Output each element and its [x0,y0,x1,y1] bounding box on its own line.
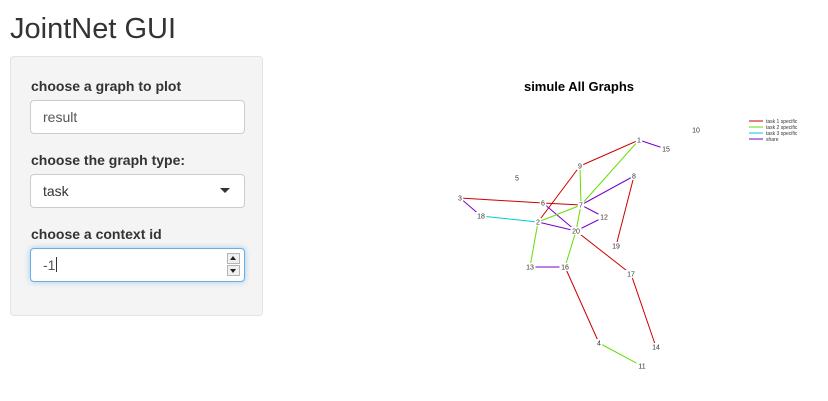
graph-node-label: 9 [578,164,582,171]
graph-node-label: 14 [652,345,660,352]
graph-node-label: 7 [579,203,583,210]
graph-canvas: simule All Graphs 123456 7891011121314151… [456,79,798,371]
nodes-layer: 123456 7891011121314151617181920 [456,126,702,371]
sidebar-panel: choose a graph to plot choose the graph … [10,56,263,316]
arrow-up-icon [230,256,236,260]
graph-edge [615,175,635,247]
graph-edge [459,197,544,204]
chevron-down-icon [220,188,230,193]
graph-node-label: 13 [526,265,534,272]
app-title: JointNet GUI [10,13,176,45]
graph-node-label: 19 [612,244,620,251]
spin-down-button[interactable] [227,265,240,276]
graph-node-label: 11 [638,364,645,371]
graph-node-label: 10 [692,128,700,135]
graph-node-label: 6 [541,201,545,208]
graph-node-label: 17 [627,272,635,279]
graph-type-select[interactable]: task [30,174,245,208]
legend-label: share [766,137,779,143]
graph-type-value: task [43,183,69,199]
graph-edge [564,266,600,344]
context-id-label: choose a context id [31,226,162,242]
graph-name-input[interactable] [30,100,245,134]
text-cursor [56,257,58,272]
graph-edge [598,342,643,367]
graph-edge [542,202,582,206]
graph-edge [529,221,539,268]
context-id-input[interactable]: -1 [30,248,245,282]
graph-node-label: 1 [637,138,641,145]
graph-node-label: 2 [536,220,540,227]
graph-edge [580,175,635,206]
graph-edge [575,230,632,275]
graph-node-label: 3 [458,196,462,203]
graph-edge [579,139,640,167]
graph-node-label: 20 [572,229,580,236]
graph-node-label: 12 [600,215,608,222]
graph-edge [579,165,582,206]
context-id-value: -1 [43,257,56,273]
graph-node-label: 4 [597,341,601,348]
graph-edge [564,230,577,268]
graph-node-label: 16 [561,265,569,272]
graph-plot: simule All Graphs 1 2 3 4 5 6 7 8 9 10 11 12 13 14 15 1… [420,60,820,390]
graph-node-label: 15 [662,147,670,154]
number-spinner [227,253,240,277]
graph-edge [580,139,640,206]
spin-up-button[interactable] [227,253,240,264]
plot-legend: task 1 specifictask 2 specifictask 3 spe… [749,119,798,143]
graph-select-label: choose a graph to plot [31,78,182,94]
graph-edge [480,215,539,223]
arrow-down-icon [230,269,236,273]
plot-title: simule All Graphs [524,79,634,94]
graph-type-label: choose the graph type: [31,152,186,168]
graph-edge [630,273,657,348]
graph-node-label: 8 [632,174,636,181]
graph-node-label: 18 [477,214,485,221]
graph-node-label: 5 [515,176,519,183]
